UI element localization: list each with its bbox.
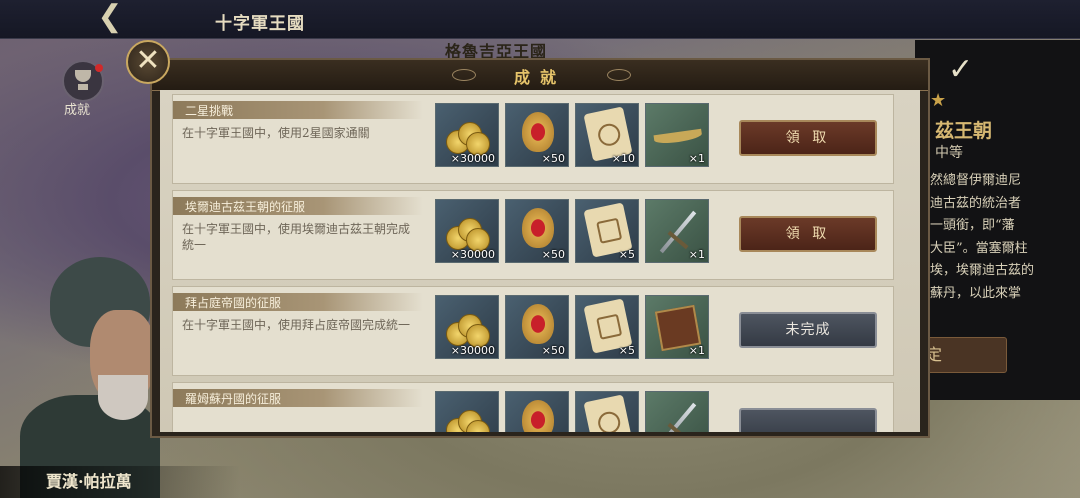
reward-item[interactable]: ×1 <box>645 199 709 263</box>
reward-item[interactable] <box>575 391 639 432</box>
achievement-title: 二星挑戰 <box>185 104 234 118</box>
dynasty-description: 然總督伊爾迪尼 迪古茲的統治者 一頭銜，即“藩 大臣”。當塞爾柱 埃，埃爾迪古茲… <box>930 170 1080 305</box>
back-arrow-icon[interactable]: ❮ <box>88 2 132 32</box>
page-title: 十字軍王國 <box>215 14 305 34</box>
character-name: 賈漢·帕拉萬 <box>0 466 240 498</box>
achievement-description: 在十字軍王國中，使用拜占庭帝國完成統一 <box>182 318 411 332</box>
achievement-row: 羅姆蘇丹國的征服 <box>172 382 894 432</box>
desc-line: 然總督伊爾迪尼 <box>930 173 1022 188</box>
achievements-modal: 成就 二星挑戰在十字軍王國中，使用2星國家通關 ×30000 ×50 ×10 ×1 領 取… <box>150 58 930 438</box>
achievement-title: 埃爾迪古茲王朝的征服 <box>185 200 306 214</box>
dynasty-name: 茲王朝 <box>935 120 993 142</box>
reward-quantity: ×5 <box>618 344 635 357</box>
achievement-description: 在十字軍王國中，使用埃爾迪古茲王朝完成統一 <box>182 222 411 252</box>
button-label: 領 取 <box>785 130 831 146</box>
achievements-trophy-icon[interactable] <box>62 60 104 102</box>
reward-item[interactable]: ×1 <box>645 295 709 359</box>
star-icon: ★ <box>930 90 947 111</box>
reward-quantity: ×30000 <box>450 152 495 165</box>
trophy-cup <box>75 70 91 82</box>
achievements-label: 成就 <box>64 103 91 118</box>
reward-quantity: ×50 <box>541 344 565 357</box>
desc-line: 蘇丹，以此來掌 <box>930 285 1022 301</box>
reward-item[interactable]: ×30000 <box>435 199 499 263</box>
achievement-row: 拜占庭帝國的征服在十字軍王國中，使用拜占庭帝國完成統一 ×30000 ×50 ×5 ×1… <box>172 286 894 376</box>
reward-item[interactable]: ×10 <box>575 103 639 167</box>
reward-item[interactable]: ×30000 <box>435 295 499 359</box>
confirm-button[interactable]: 定 <box>925 337 1007 373</box>
reward-item[interactable]: ×5 <box>575 199 639 263</box>
achievement-row: 二星挑戰在十字軍王國中，使用2星國家通關 ×30000 ×50 ×10 ×1 領 取 <box>172 94 894 184</box>
reward-quantity: ×5 <box>618 248 635 261</box>
button-label: 未完成 <box>785 322 831 338</box>
reward-item[interactable] <box>505 391 569 432</box>
achievement-description: 在十字軍王國中，使用2星國家通關 <box>182 126 370 140</box>
achievement-title: 拜占庭帝國的征服 <box>185 296 282 310</box>
modal-header: 成就 <box>152 60 928 91</box>
reward-quantity: ×50 <box>541 248 565 261</box>
checkmark-icon[interactable]: ✓ <box>948 52 973 87</box>
reward-item[interactable]: ×50 <box>505 295 569 359</box>
notification-dot <box>95 64 103 72</box>
claim-button[interactable]: 領 取 <box>739 120 877 156</box>
claim-button[interactable]: 領 取 <box>739 216 877 252</box>
reward-item[interactable] <box>435 391 499 432</box>
reward-quantity: ×1 <box>688 344 705 357</box>
trophy-base <box>78 84 88 90</box>
reward-item[interactable]: ×50 <box>505 103 569 167</box>
top-bar: ❮ 十字軍王國 <box>0 0 1080 39</box>
achievement-row: 埃爾迪古茲王朝的征服在十字軍王國中，使用埃爾迪古茲王朝完成統一 ×30000 ×50… <box>172 190 894 280</box>
modal-title: 成就 <box>513 68 566 87</box>
desc-line: 一頭銜，即“藩 <box>930 218 1015 233</box>
reward-quantity: ×1 <box>688 248 705 261</box>
reward-item[interactable]: ×1 <box>645 103 709 167</box>
incomplete-button[interactable]: 未完成 <box>739 312 877 348</box>
button-label: 領 取 <box>785 226 831 242</box>
character-portrait <box>0 245 160 498</box>
desc-line: 大臣”。當塞爾柱 <box>930 240 1028 256</box>
reward-quantity: ×30000 <box>450 344 495 357</box>
achievement-rows: 二星挑戰 在十字軍王國中，使用2星國家通關 ×30000 ×50 ×10 ×1 領 取埃爾迪… <box>172 94 906 432</box>
incomplete-button[interactable] <box>739 408 877 432</box>
header-ornament-icon <box>607 69 631 81</box>
reward-item[interactable]: ×5 <box>575 295 639 359</box>
desc-line: 迪古茲的統治者 <box>930 195 1022 211</box>
reward-item[interactable] <box>645 391 709 432</box>
achievement-list[interactable]: 二星挑戰 在十字軍王國中，使用2星國家通關 ×30000 ×50 ×10 ×1 領 取埃爾迪… <box>160 90 920 432</box>
portrait-beard <box>98 375 148 420</box>
achievement-title: 羅姆蘇丹國的征服 <box>185 392 282 406</box>
reward-item[interactable]: ×50 <box>505 199 569 263</box>
reward-quantity: ×10 <box>611 152 635 165</box>
dynasty-difficulty: 中等 <box>935 145 963 161</box>
reward-quantity: ×50 <box>541 152 565 165</box>
desc-line: 埃，埃爾迪古茲的 <box>930 263 1035 278</box>
reward-quantity: ×1 <box>688 152 705 165</box>
close-icon[interactable]: ✕ <box>126 40 170 84</box>
reward-quantity: ×30000 <box>450 248 495 261</box>
reward-item[interactable]: ×30000 <box>435 103 499 167</box>
